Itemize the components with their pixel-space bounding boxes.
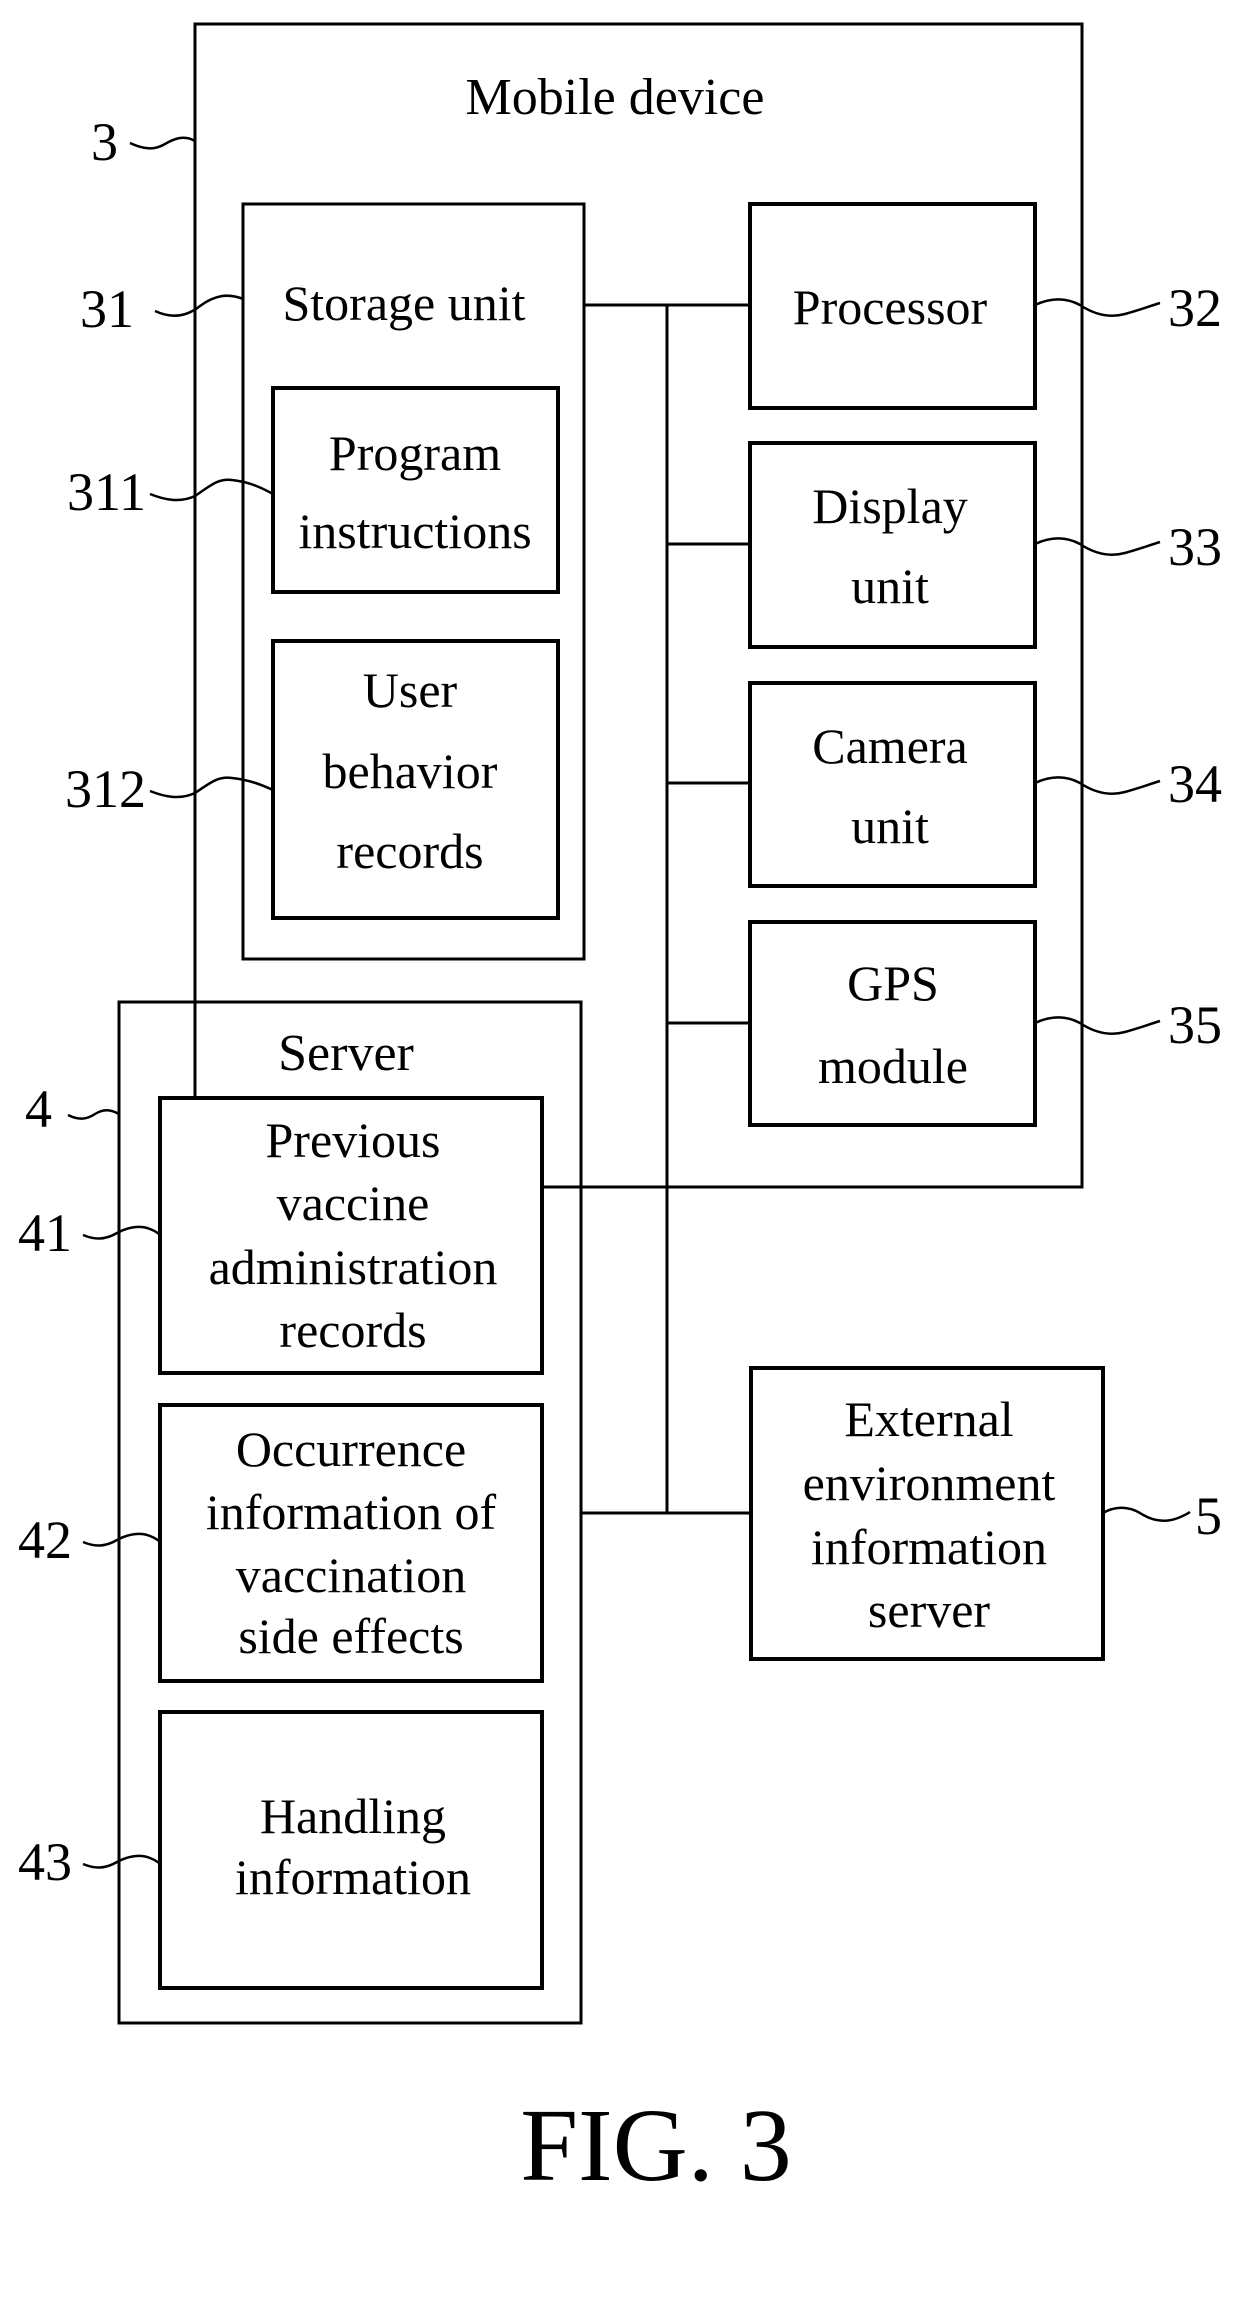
previous-vaccine-records-line-2: vaccine — [277, 1175, 430, 1231]
server-block: Server Previous vaccine administration r… — [117, 1000, 583, 2025]
ref-label-32: 32 — [1168, 278, 1222, 338]
side-effects-info-line-4: side effects — [238, 1608, 463, 1664]
display-unit-line-2: unit — [851, 558, 929, 614]
side-effects-info-line-1: Occurrence — [236, 1421, 466, 1477]
figure-caption: FIG. 3 — [520, 2088, 792, 2203]
external-server-line-1: External — [844, 1391, 1013, 1447]
ref-label-312: 312 — [65, 759, 146, 819]
program-instructions-line-1: Program — [329, 425, 501, 481]
ref-label-35: 35 — [1168, 995, 1222, 1055]
leader-squiggle-icon — [67, 1109, 120, 1120]
ref-label-5: 5 — [1195, 1486, 1222, 1546]
previous-vaccine-records-line-3: administration — [209, 1239, 498, 1295]
leader-squiggle-icon — [1034, 298, 1161, 317]
camera-unit-line-1: Camera — [812, 718, 967, 774]
user-behavior-records-line-3: records — [336, 823, 483, 879]
gps-module-line-2: module — [818, 1038, 968, 1094]
display-unit-line-1: Display — [812, 478, 968, 534]
leader-squiggle-icon — [129, 136, 196, 150]
external-server-line-4: server — [868, 1582, 990, 1638]
server-title: Server — [278, 1025, 414, 1082]
block-diagram: Mobile device Storage unit Program instr… — [18, 22, 1222, 2203]
handling-info-line-1: Handling — [260, 1788, 446, 1844]
ref-label-43: 43 — [18, 1832, 72, 1892]
user-behavior-records-line-1: User — [363, 662, 458, 718]
leader-squiggle-icon — [1034, 1016, 1161, 1035]
ref-label-311: 311 — [67, 462, 146, 522]
leader-squiggle-icon — [82, 1854, 161, 1869]
leader-squiggle-icon — [1102, 1506, 1191, 1522]
previous-vaccine-records-line-4: records — [279, 1302, 426, 1358]
user-behavior-records-line-2: behavior — [323, 743, 498, 799]
handling-info-line-2: information — [235, 1849, 471, 1905]
camera-unit-line-2: unit — [851, 798, 929, 854]
gps-module-box — [748, 920, 1037, 1127]
leader-squiggle-icon — [149, 776, 274, 799]
storage-unit-title: Storage unit — [282, 275, 525, 331]
ref-label-33: 33 — [1168, 517, 1222, 577]
leader-squiggle-icon — [154, 294, 244, 317]
side-effects-info-line-3: vaccination — [236, 1547, 466, 1603]
gps-module-line-1: GPS — [847, 955, 939, 1011]
mobile-device-title: Mobile device — [466, 69, 765, 126]
mobile-device-block: Mobile device Storage unit Program instr… — [193, 22, 1084, 1189]
ref-label-34: 34 — [1168, 754, 1222, 814]
display-unit-box — [748, 441, 1037, 649]
ref-label-41: 41 — [18, 1203, 72, 1263]
leader-squiggle-icon — [82, 1532, 161, 1547]
ref-label-4: 4 — [25, 1079, 52, 1139]
program-instructions-line-2: instructions — [298, 503, 531, 559]
external-server-line-2: environment — [803, 1455, 1056, 1511]
leader-squiggle-icon — [1034, 776, 1161, 795]
ref-label-31: 31 — [80, 279, 134, 339]
leader-squiggle-icon — [149, 478, 274, 502]
leader-squiggle-icon — [1034, 537, 1161, 556]
ref-label-3: 3 — [91, 112, 118, 172]
camera-unit-box — [748, 681, 1037, 888]
leader-squiggle-icon — [82, 1225, 161, 1240]
external-server-line-3: information — [811, 1519, 1047, 1575]
ref-label-42: 42 — [18, 1510, 72, 1570]
previous-vaccine-records-line-1: Previous — [266, 1112, 441, 1168]
program-instructions-box — [271, 386, 560, 594]
connection-bus — [581, 303, 751, 1515]
processor-label: Processor — [793, 279, 988, 335]
external-server-block: External environment information server — [749, 1366, 1105, 1661]
side-effects-info-line-2: information of — [206, 1484, 497, 1540]
